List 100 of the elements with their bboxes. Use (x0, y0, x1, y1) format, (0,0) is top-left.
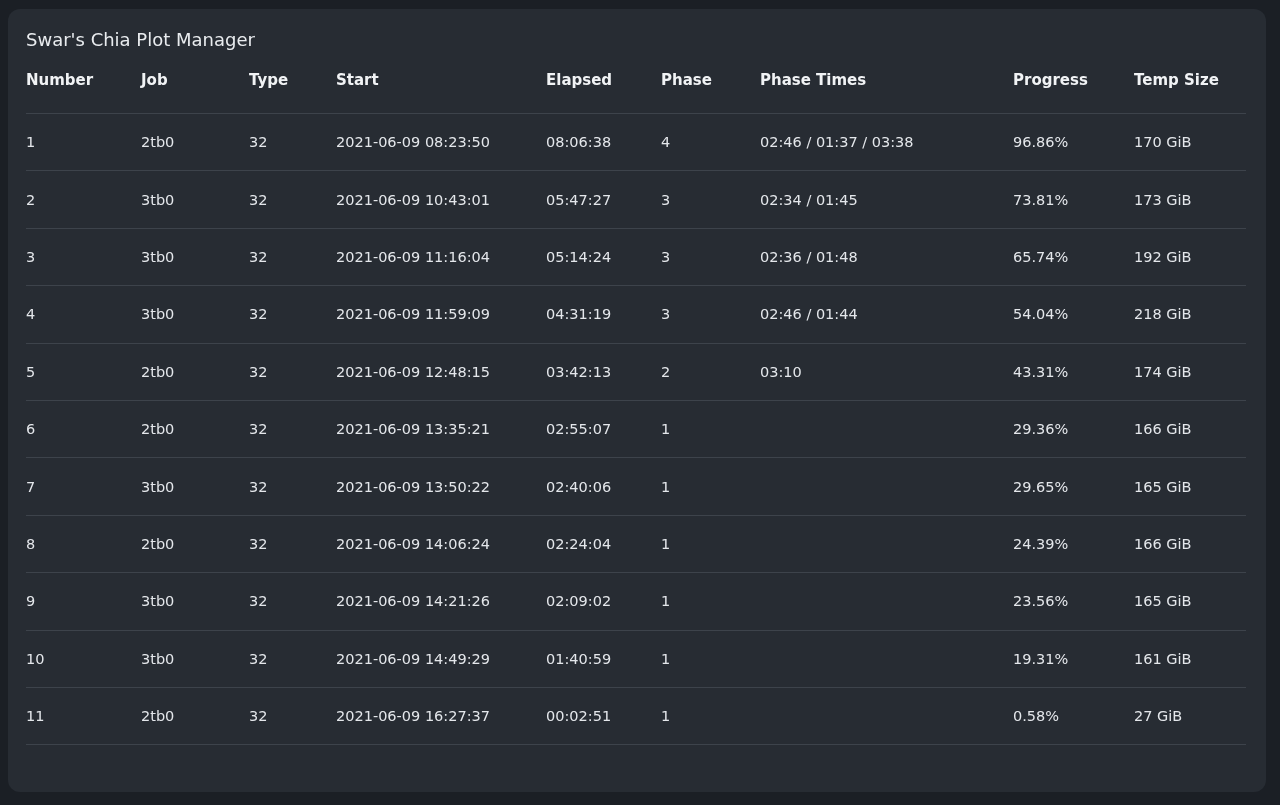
table-cell: 218 GiB (1134, 306, 1192, 323)
table-cell: 4 (26, 306, 36, 323)
table-cell: 32 (249, 535, 268, 552)
table-cell: 2021-06-09 08:23:50 (336, 134, 490, 151)
table-cell: 96.86% (1013, 134, 1069, 151)
table-cell: 2tb0 (141, 421, 175, 438)
table-cell: 02:34 / 01:45 (760, 191, 858, 208)
table-cell: 170 GiB (1134, 134, 1192, 151)
table-cell: 54.04% (1013, 306, 1069, 323)
table-cell: 2tb0 (141, 535, 175, 552)
table-cell: 02:46 / 01:37 / 03:38 (760, 134, 914, 151)
table-cell: 2021-06-09 11:16:04 (336, 248, 490, 265)
page-title: Swar's Chia Plot Manager (26, 29, 256, 50)
table-cell: 23.56% (1013, 593, 1069, 610)
table-cell: 04:31:19 (546, 306, 612, 323)
table-cell: 32 (249, 593, 268, 610)
table-cell: 29.36% (1013, 421, 1069, 438)
table-cell: 29.65% (1013, 478, 1069, 495)
table-cell: 32 (249, 306, 268, 323)
table-cell: 24.39% (1013, 535, 1069, 552)
table-cell: 3 (26, 248, 36, 265)
table-cell: 43.31% (1013, 363, 1069, 380)
column-header: Temp Size (1134, 71, 1219, 89)
table-cell: 32 (249, 191, 268, 208)
table-cell: 3 (661, 306, 671, 323)
table-cell: 2021-06-09 10:43:01 (336, 191, 490, 208)
table-cell: 32 (249, 363, 268, 380)
table-cell: 165 GiB (1134, 593, 1192, 610)
column-header: Elapsed (546, 71, 613, 89)
table-cell: 19.31% (1013, 650, 1069, 667)
column-header: Progress (1013, 71, 1088, 89)
table-cell: 08:06:38 (546, 134, 612, 151)
table-cell: 02:55:07 (546, 421, 612, 438)
table-cell: 2021-06-09 12:48:15 (336, 363, 490, 380)
table-cell: 0.58% (1013, 708, 1060, 725)
table-cell: 192 GiB (1134, 248, 1192, 265)
table-cell: 65.74% (1013, 248, 1069, 265)
table-cell: 05:47:27 (546, 191, 612, 208)
table-cell: 2021-06-09 14:06:24 (336, 535, 490, 552)
table-cell: 02:40:06 (546, 478, 612, 495)
table-cell: 1 (661, 708, 671, 725)
column-header: Job (141, 71, 168, 89)
table-cell: 9 (26, 593, 36, 610)
table-cell: 2tb0 (141, 708, 175, 725)
table-cell: 3tb0 (141, 593, 175, 610)
table-cell: 02:09:02 (546, 593, 612, 610)
table-cell: 2 (661, 363, 671, 380)
table-cell: 3tb0 (141, 248, 175, 265)
table-cell: 02:36 / 01:48 (760, 248, 858, 265)
table-cell: 1 (661, 593, 671, 610)
table-cell: 174 GiB (1134, 363, 1192, 380)
table-cell: 2021-06-09 13:50:22 (336, 478, 490, 495)
table-cell: 2tb0 (141, 363, 175, 380)
table-cell: 3tb0 (141, 650, 175, 667)
table-cell: 161 GiB (1134, 650, 1192, 667)
table-cell: 3tb0 (141, 191, 175, 208)
table-cell: 00:02:51 (546, 708, 612, 725)
table-cell: 165 GiB (1134, 478, 1192, 495)
table-cell: 3 (661, 248, 671, 265)
table-cell: 02:24:04 (546, 535, 612, 552)
table-cell: 1 (661, 478, 671, 495)
table-cell: 03:10 (760, 363, 802, 380)
table-cell: 1 (661, 650, 671, 667)
table-cell: 32 (249, 478, 268, 495)
table-cell: 2021-06-09 14:21:26 (336, 593, 490, 610)
table-cell: 7 (26, 478, 36, 495)
table-cell: 05:14:24 (546, 248, 612, 265)
table-cell: 166 GiB (1134, 535, 1192, 552)
table-cell: 3tb0 (141, 306, 175, 323)
table-cell: 1 (661, 421, 671, 438)
table-cell: 3tb0 (141, 478, 175, 495)
column-header: Phase Times (760, 71, 867, 89)
table-cell: 32 (249, 421, 268, 438)
table-cell: 4 (661, 134, 671, 151)
column-header: Start (336, 71, 379, 89)
table-cell: 2021-06-09 11:59:09 (336, 306, 490, 323)
column-header: Phase (661, 71, 712, 89)
table-cell: 1 (26, 134, 36, 151)
table-cell: 03:42:13 (546, 363, 612, 380)
table-cell: 32 (249, 708, 268, 725)
table-cell: 2tb0 (141, 134, 175, 151)
table-cell: 32 (249, 248, 268, 265)
table-cell: 2021-06-09 13:35:21 (336, 421, 490, 438)
table-cell: 1 (661, 535, 671, 552)
table-cell: 5 (26, 363, 36, 380)
table-cell: 11 (26, 708, 45, 725)
table-cell: 3 (661, 191, 671, 208)
column-header: Type (249, 71, 289, 89)
table-cell: 173 GiB (1134, 191, 1192, 208)
table-cell: 73.81% (1013, 191, 1069, 208)
table-cell: 2021-06-09 16:27:37 (336, 708, 490, 725)
table-cell: 02:46 / 01:44 (760, 306, 858, 323)
table-cell: 166 GiB (1134, 421, 1192, 438)
table-cell: 27 GiB (1134, 708, 1183, 725)
table-cell: 2 (26, 191, 36, 208)
table-cell: 6 (26, 421, 36, 438)
table-cell: 8 (26, 535, 36, 552)
table-cell: 32 (249, 650, 268, 667)
table-cell: 10 (26, 650, 45, 667)
table-cell: 2021-06-09 14:49:29 (336, 650, 490, 667)
